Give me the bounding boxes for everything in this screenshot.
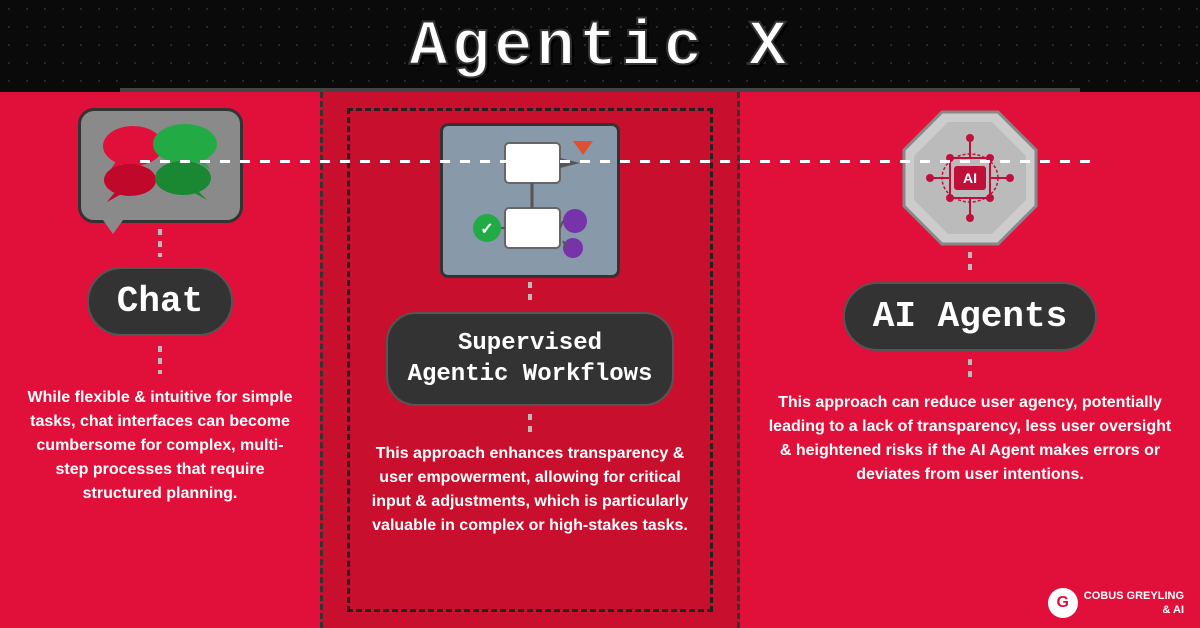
ai-agents-label: AI Agents	[843, 282, 1097, 351]
title-divider	[120, 88, 1080, 92]
title-area: Agentic X	[0, 0, 1200, 88]
middle-description: This approach enhances transparency & us…	[362, 442, 698, 538]
workflow-icon-box: ✓	[440, 123, 620, 278]
main-container: Agentic X	[0, 0, 1200, 628]
page-title: Agentic X	[409, 12, 791, 84]
chat-label: Chat	[87, 267, 233, 336]
horizontal-connector	[140, 160, 1100, 163]
workflow-label: Supervised Agentic Workflows	[386, 312, 675, 406]
right-description: This approach can reduce user agency, po…	[764, 391, 1176, 487]
branding-text: COBUS GREYLING & AI	[1084, 589, 1184, 618]
workflow-svg: ✓	[455, 133, 605, 268]
svg-text:AI: AI	[963, 170, 977, 186]
mid-dashed-v1	[528, 282, 532, 304]
col-left: Chat While flexible & intuitive for simp…	[0, 92, 320, 628]
columns-row: Chat While flexible & intuitive for simp…	[0, 92, 1200, 628]
svg-text:✓: ✓	[480, 221, 493, 238]
bubble-tail	[103, 220, 123, 234]
middle-dashed-box: ✓ Supervised Agent	[347, 108, 713, 612]
ai-icon-container: AI	[900, 108, 1040, 248]
right-dashed-v2	[968, 359, 972, 381]
branding: G COBUS GREYLING & AI	[1048, 588, 1184, 618]
col-right: AI AI Agents This approach can reduce us…	[740, 92, 1200, 628]
col-middle: ✓ Supervised Agent	[320, 92, 740, 628]
chat-icon-box	[78, 108, 243, 223]
left-dashed-v1	[158, 229, 162, 257]
ai-octagon-svg: AI	[900, 108, 1040, 248]
right-dashed-v1	[968, 252, 972, 274]
left-dashed-v2	[158, 346, 162, 374]
mid-dashed-v2	[528, 414, 532, 432]
left-description: While flexible & intuitive for simple ta…	[24, 386, 296, 506]
chat-bubbles-svg	[95, 118, 225, 213]
branding-logo: G	[1048, 588, 1078, 618]
